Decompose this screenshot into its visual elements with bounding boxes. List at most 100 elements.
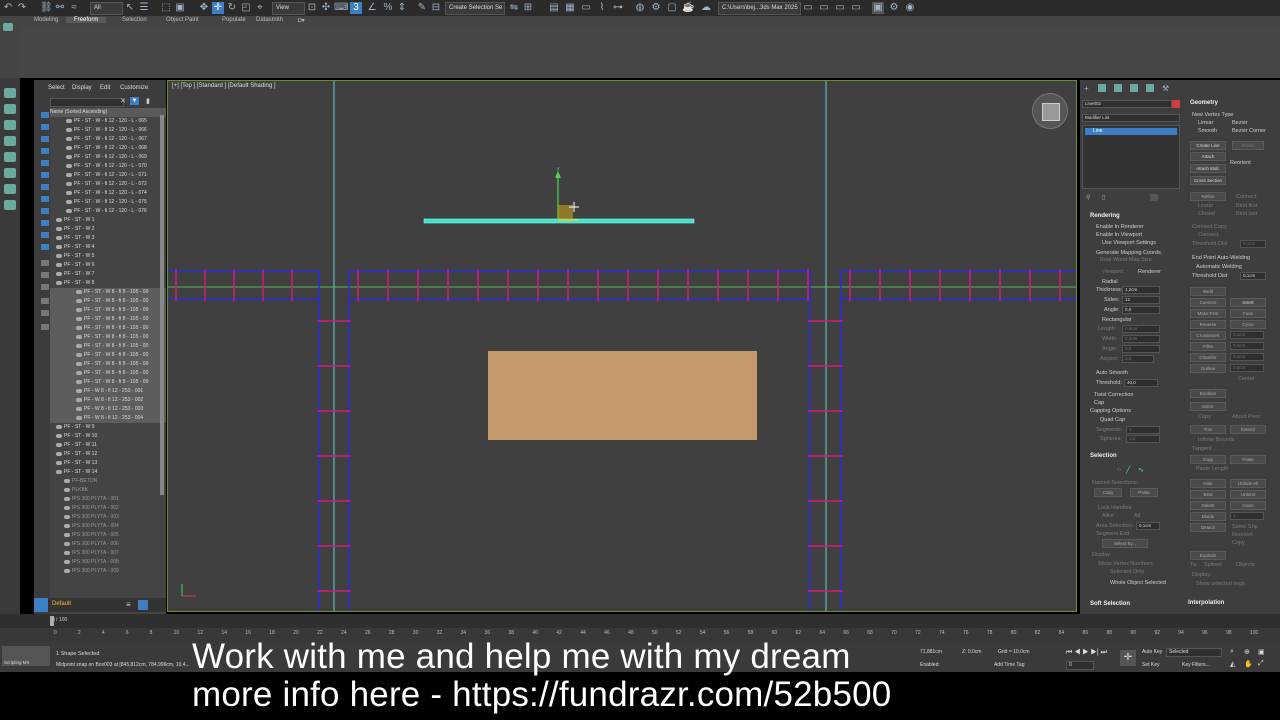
attach-button[interactable]: Attach — [1190, 152, 1226, 161]
visibility-eye-icon[interactable] — [66, 181, 72, 186]
visibility-eye-icon[interactable] — [76, 298, 82, 303]
visibility-eye-icon[interactable] — [56, 442, 62, 447]
visibility-eye-icon[interactable] — [56, 424, 62, 429]
create-icon[interactable] — [4, 88, 16, 98]
object-name-field[interactable]: Line002 — [1082, 100, 1172, 108]
modify-tab-icon[interactable] — [1098, 84, 1106, 92]
lock-handles-checkbox[interactable]: Lock Handles — [1098, 505, 1131, 511]
hierarchy-tab-icon[interactable] — [1114, 84, 1122, 92]
layer-explorer-toggle-icon[interactable] — [138, 600, 148, 610]
tab-modeling[interactable]: Modeling — [34, 17, 58, 23]
cameras-icon[interactable] — [4, 136, 16, 146]
list-item[interactable]: PF - ST - W - fi 12 - 120 - L - 068 — [50, 144, 166, 153]
rotate-icon[interactable]: ↻ — [226, 2, 238, 14]
weld-threshold-spinner[interactable]: 0,1cm — [1240, 272, 1266, 280]
visibility-eye-icon[interactable] — [64, 478, 70, 483]
fillet-button[interactable]: Fillet — [1190, 342, 1226, 351]
visibility-eye-icon[interactable] — [64, 523, 70, 528]
list-item[interactable]: IPS 300 PLYTA - 004 — [50, 522, 166, 531]
filter-frozen-icon[interactable] — [41, 232, 49, 238]
list-item[interactable]: PF - ST - W 5 — [50, 252, 166, 261]
scale-icon[interactable]: ◰ — [240, 2, 252, 14]
list-item[interactable]: PF - ST - W 8 - fi 8 - 105 - 00 — [50, 315, 166, 324]
visibility-eye-icon[interactable] — [64, 541, 70, 546]
infinite-bounds-checkbox[interactable]: Infinite Bounds — [1198, 437, 1234, 443]
curve-editor-icon[interactable]: ⌇ — [596, 2, 608, 14]
connect-copy-checkbox[interactable]: Connect — [1198, 232, 1219, 238]
fuse-button[interactable]: Fuse — [1230, 309, 1266, 318]
list-item[interactable]: PF - W 8 - fi 12 - 253 - 002 — [50, 396, 166, 405]
visibility-eye-icon[interactable] — [64, 532, 70, 537]
visibility-eye-icon[interactable] — [56, 235, 62, 240]
list-item[interactable]: IPS 300 PLYTA - 007 — [50, 549, 166, 558]
filter-sync-icon[interactable] — [41, 298, 49, 304]
visibility-eye-icon[interactable] — [76, 334, 82, 339]
visibility-eye-icon[interactable] — [66, 172, 72, 177]
visibility-eye-icon[interactable] — [56, 253, 62, 258]
visibility-eye-icon[interactable] — [56, 469, 62, 474]
filter-hidden-icon[interactable] — [41, 244, 49, 250]
scene-explorer-icon[interactable]: ▤ — [548, 2, 560, 14]
attach-mult-button[interactable]: Attach Mult. — [1190, 164, 1226, 173]
visibility-eye-icon[interactable] — [56, 217, 62, 222]
list-item[interactable]: PF - ST - W 8 - fi 8 - 105 - 00 — [50, 297, 166, 306]
list-item[interactable]: PF - W 8 - fi 12 - 253 - 001 — [50, 387, 166, 396]
length-spinner[interactable]: 0,6cm — [1122, 325, 1160, 333]
toolbar-tool-icon[interactable]: ▭ — [834, 2, 846, 14]
lock-icon[interactable]: ▮ — [146, 97, 150, 105]
list-item[interactable]: IPS 300 PLYTA - 008 — [50, 558, 166, 567]
list-item[interactable]: PF - ST - W - fi 12 - 120 - L - 071 — [50, 171, 166, 180]
lights-icon[interactable] — [4, 120, 16, 130]
utilities-tab-icon[interactable]: ⚒ — [1162, 84, 1169, 93]
unlink-icon[interactable]: ⚯ — [54, 2, 66, 14]
show-vertex-numbers-checkbox[interactable]: Show Vertex Numbers — [1098, 561, 1153, 567]
make-first-button[interactable]: Make First — [1190, 309, 1226, 318]
list-item[interactable]: PF - ST - W - fi 12 - 120 - L - 075 — [50, 198, 166, 207]
list-item[interactable]: IPS 300 PLYTA - 002 — [50, 504, 166, 513]
layer-explorer-icon[interactable]: ▦ — [564, 2, 576, 14]
reverse-button[interactable]: Reverse — [1190, 320, 1226, 329]
list-item[interactable]: PF - ST - W 8 - fi 8 - 105 - 00 — [50, 351, 166, 360]
visibility-eye-icon[interactable] — [66, 208, 72, 213]
link-icon[interactable]: ⛓ — [40, 2, 53, 14]
bind-icon[interactable]: ≈ — [68, 2, 80, 14]
reference-coord-dropdown[interactable]: View — [272, 2, 305, 15]
selected-only-checkbox[interactable]: Selected Only — [1110, 569, 1144, 575]
visibility-eye-icon[interactable] — [66, 190, 72, 195]
filter-expand-icon[interactable] — [41, 324, 49, 330]
smooth-radio[interactable]: Smooth — [1198, 128, 1217, 134]
visibility-eye-icon[interactable] — [76, 397, 82, 402]
gear-icon[interactable]: ⚙ — [888, 2, 900, 14]
align-icon[interactable]: ⊞ — [522, 2, 534, 14]
filter-shapes-icon[interactable] — [41, 124, 49, 130]
placement-icon[interactable]: ⌖ — [254, 2, 266, 14]
filter-collapse-icon[interactable] — [41, 310, 49, 316]
center-checkbox[interactable]: Center — [1238, 376, 1255, 382]
divide-button[interactable]: Divide — [1190, 512, 1226, 521]
visibility-eye-icon[interactable] — [66, 136, 72, 141]
explode-button[interactable]: Explode — [1190, 551, 1226, 560]
render-icon[interactable]: ☕ — [682, 2, 694, 14]
list-item[interactable]: PF - ST - W 8 - fi 8 - 105 - 00 — [50, 342, 166, 351]
pin-stack-icon[interactable]: ⚲ — [1086, 194, 1090, 201]
list-item[interactable]: PF - ST - W 7 — [50, 270, 166, 279]
list-item[interactable]: PF - W 8 - fi 12 - 253 - 004 — [50, 414, 166, 423]
display-tab-icon[interactable] — [1146, 84, 1154, 92]
render-frame-icon[interactable]: ▢ — [666, 2, 678, 14]
object-color-swatch[interactable] — [1172, 100, 1180, 108]
visibility-eye-icon[interactable] — [76, 406, 82, 411]
visibility-eye-icon[interactable] — [64, 550, 70, 555]
tab-populate[interactable]: Populate — [222, 17, 246, 23]
edit-named-sel-icon[interactable]: ✎ — [416, 2, 428, 14]
outline-spinner[interactable]: 0,0cm — [1230, 364, 1264, 372]
render-online-icon[interactable]: ☁ — [700, 2, 712, 14]
mirror-icon[interactable]: ⇋ — [508, 2, 520, 14]
fillet-spinner[interactable]: 0,0cm — [1230, 342, 1264, 350]
snap-toggle-icon[interactable]: 3 — [350, 2, 362, 14]
render-setup-icon[interactable]: ⚙ — [650, 2, 662, 14]
create-tab-icon[interactable]: + — [1084, 84, 1089, 93]
configure-modifier-sets-icon[interactable] — [1150, 194, 1158, 201]
time-slider[interactable]: 0 / 100 — [0, 614, 1280, 628]
select-by-name-icon[interactable]: ☰ — [138, 2, 150, 14]
ribbon-options-icon[interactable]: ◘▾ — [298, 17, 305, 24]
